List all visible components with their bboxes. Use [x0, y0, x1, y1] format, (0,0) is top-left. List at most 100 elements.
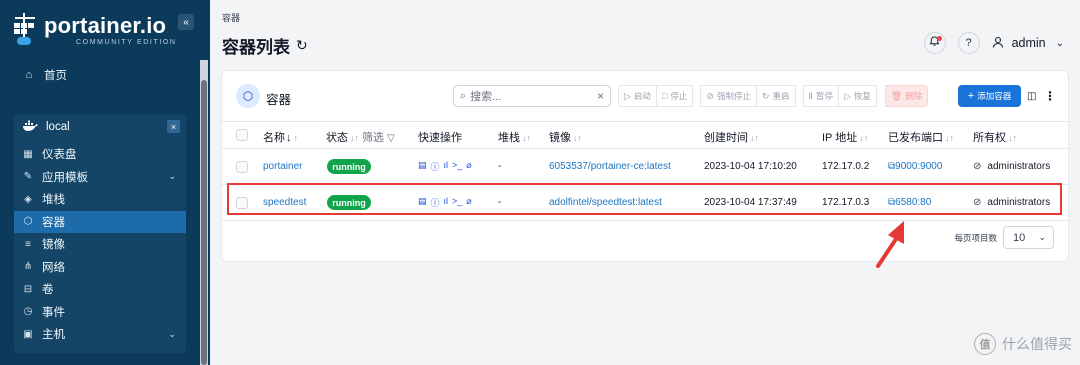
sidebar-item[interactable]: ▦ 仪表盘: [14, 143, 186, 166]
box-icon: ⬡: [23, 216, 33, 228]
published-port-link[interactable]: ⧉9000:9000: [888, 161, 942, 172]
column-ownership[interactable]: 所有权 ↓↑: [973, 129, 1017, 145]
refresh-icon[interactable]: ↻: [296, 37, 308, 54]
user-icon[interactable]: [992, 36, 1004, 51]
environment-header[interactable]: local ×: [14, 115, 186, 139]
column-image[interactable]: 镜像 ↓↑: [549, 129, 582, 145]
sidebar-scrollbar[interactable]: [201, 80, 207, 365]
edit-icon: ✎: [23, 171, 33, 183]
sidebar-item-label: 仪表盘: [42, 149, 77, 162]
page-title-text: 容器列表: [222, 38, 290, 57]
page-title: 容器列表 ↻: [222, 33, 308, 58]
more-options-icon[interactable]: ⋮: [1044, 89, 1056, 103]
environment-nav: ▦ 仪表盘 ✎ 应用模板 ⌄ ◈ 堆栈 ⬡ 容器 ≡ 镜像 ⋔ 网络 ⊟ 卷 ◷ 事件 ▣ 主机 ⌄: [14, 143, 186, 346]
sidebar-item-home[interactable]: ⌂ 首页: [0, 60, 210, 90]
attach-icon[interactable]: ⌀: [466, 160, 471, 173]
kill-button[interactable]: ⊘ 强制停止: [700, 85, 757, 107]
sidebar-item-label: 事件: [42, 306, 65, 319]
container-name-link[interactable]: portainer: [263, 161, 302, 172]
sidebar-item[interactable]: ⬡ 容器: [14, 210, 186, 233]
sort-icon: ↓↑: [350, 133, 359, 143]
stack-value: -: [498, 161, 502, 172]
column-name[interactable]: 名称↓ ↑: [263, 129, 298, 145]
start-button[interactable]: ▷ 启动: [618, 85, 657, 107]
add-container-label: 添加容器: [977, 91, 1012, 101]
add-container-button[interactable]: + 添加容器: [958, 85, 1021, 107]
ownership-value: ⊘ administrators: [973, 161, 1050, 172]
status-badge: running: [327, 159, 371, 174]
sidebar-item-label: 网络: [42, 261, 65, 274]
sidebar: portainer.io COMMUNITY EDITION « ⌂ 首页 lo…: [0, 0, 210, 365]
restart-icon: ↻: [761, 90, 770, 101]
clear-search-icon[interactable]: ×: [597, 89, 604, 103]
sort-desc-icon: ↓: [286, 132, 292, 144]
watermark-logo: 值: [974, 333, 996, 355]
resume-label: 恢复: [853, 91, 871, 101]
filter-icon: ▽: [387, 133, 395, 144]
username[interactable]: admin: [1012, 36, 1046, 50]
sidebar-item-label: 卷: [42, 284, 54, 297]
items-per-page-select[interactable]: 10 ⌄: [1003, 226, 1054, 249]
sidebar-item[interactable]: ◈ 堆栈: [14, 188, 186, 211]
remove-button[interactable]: 🗑 删除: [884, 85, 929, 107]
resume-button[interactable]: ▷ 恢复: [837, 85, 877, 107]
close-environment-button[interactable]: ×: [167, 120, 180, 133]
stop-label: 停止: [670, 91, 688, 101]
image-link[interactable]: 6053537/portainer-ce:latest: [549, 161, 671, 172]
notification-dot: [936, 36, 942, 41]
breadcrumb[interactable]: 容器: [222, 11, 240, 24]
notifications-button[interactable]: [923, 32, 946, 54]
items-per-page-value: 10: [1013, 231, 1026, 244]
logs-icon[interactable]: ▤: [418, 160, 427, 173]
dashboard-icon: ▦: [23, 148, 33, 160]
start-label: 启动: [633, 91, 651, 101]
sidebar-item[interactable]: ⋔ 网络: [14, 256, 186, 279]
help-icon: ?: [965, 37, 972, 49]
collapse-sidebar-button[interactable]: «: [178, 14, 194, 30]
sidebar-item-label: 容器: [42, 216, 65, 229]
logo-name: portainer.io: [44, 12, 167, 38]
chevron-down-icon[interactable]: ⌄: [1056, 38, 1064, 49]
sidebar-item[interactable]: ⊟ 卷: [14, 278, 186, 301]
watermark: 值 什么值得买: [974, 333, 1072, 355]
stats-icon[interactable]: ıl: [444, 160, 449, 173]
sort-icon: ↑: [293, 133, 299, 143]
stop-button[interactable]: □ 停止: [655, 85, 694, 107]
list-icon: ≡: [25, 238, 31, 250]
logo-edition: COMMUNITY EDITION: [76, 38, 177, 46]
search-placeholder: 搜索...: [470, 91, 502, 103]
sidebar-item[interactable]: ≡ 镜像: [14, 233, 186, 256]
sidebar-item[interactable]: ◷ 事件: [14, 301, 186, 324]
column-state[interactable]: 状态 ↓↑: [326, 129, 359, 145]
sidebar-item-label: 堆栈: [42, 194, 65, 207]
filter-button[interactable]: 筛选 ▽: [362, 129, 395, 145]
pause-label: 暂停: [815, 91, 833, 101]
kill-label: 强制停止: [716, 91, 751, 101]
pause-button[interactable]: Ⅱ 暂停: [802, 85, 839, 107]
sidebar-item[interactable]: ▣ 主机 ⌄: [14, 323, 186, 346]
search-input[interactable]: ⌕ 搜索... ×: [453, 85, 611, 107]
help-button[interactable]: ?: [957, 32, 980, 54]
network-icon: ⋔: [23, 261, 33, 273]
console-icon[interactable]: >_: [452, 160, 462, 173]
column-quick-actions: 快速操作: [418, 132, 462, 144]
column-ip[interactable]: IP 地址 ↓↑: [822, 129, 868, 145]
remove-label: 删除: [905, 91, 923, 101]
restart-button[interactable]: ↻ 重启: [755, 85, 796, 107]
sidebar-item[interactable]: ✎ 应用模板 ⌄: [14, 166, 186, 189]
column-ports[interactable]: 已发布端口 ↓↑: [888, 129, 954, 145]
columns-icon[interactable]: ◫: [1027, 91, 1036, 102]
logo[interactable]: portainer.io COMMUNITY EDITION «: [0, 0, 210, 60]
stop-icon: □: [661, 91, 668, 101]
inspect-icon[interactable]: ⓘ: [431, 160, 440, 173]
chevron-down-icon: ⌄: [168, 171, 176, 182]
sort-icon: ↓↑: [1008, 133, 1017, 143]
column-created[interactable]: 创建时间 ↓↑: [704, 129, 759, 145]
row-checkbox[interactable]: [236, 161, 248, 173]
select-all-checkbox[interactable]: [236, 129, 248, 141]
column-stack[interactable]: 堆栈 ↓↑: [498, 129, 531, 145]
containers-card: ⬡ 容器 ⌕ 搜索... × ▷ 启动 □ 停止 ⊘ 强制停止 ↻ 重启 Ⅱ 暂停 ▷ 恢复 🗑 删除 +…: [221, 70, 1069, 262]
start-icon: ▷: [624, 90, 631, 101]
home-icon: ⌂: [25, 69, 33, 81]
